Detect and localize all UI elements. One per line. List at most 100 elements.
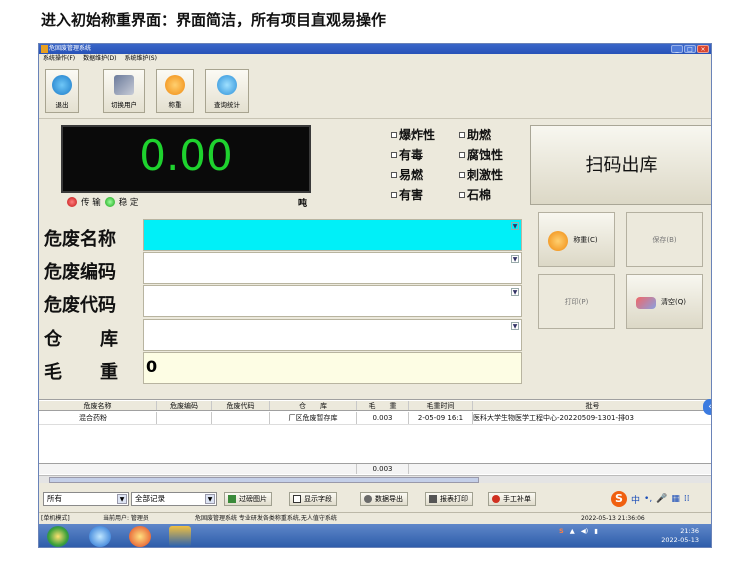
system-tray: S ▲ ◀) ▮ — [559, 527, 598, 535]
table-header: 危废名称 危废编码 危废代码 仓 库 毛 重 毛重时间 批号 — [39, 401, 711, 411]
tray-arrow-icon[interactable]: ▲ — [570, 527, 575, 535]
waste-code2-select[interactable]: ▼ — [143, 285, 522, 317]
taskbar: S ▲ ◀) ▮ 21:36 2022-05-13 — [39, 524, 711, 547]
ime-toolbar[interactable]: S 中 •, 🎤 ▦ ⁞⁞ — [611, 491, 690, 507]
chrome-browser-icon[interactable] — [129, 526, 151, 547]
hazard-irritant[interactable]: 刺激性 — [459, 166, 503, 183]
query-stats-label: 查询统计 — [214, 101, 240, 109]
horizontal-scrollbar[interactable] — [39, 475, 711, 483]
manual-ticket-button[interactable]: 手工补单 — [488, 492, 536, 506]
col-waste-code2[interactable]: 危废代码 — [212, 401, 270, 410]
col-weigh-time[interactable]: 毛重时间 — [409, 401, 473, 410]
weight-display: 0.00 — [61, 125, 311, 193]
waste-name-select[interactable]: ▼ — [143, 219, 522, 251]
hazard-flammable[interactable]: 易燃 — [391, 166, 423, 183]
warehouse-label: 仓 库 — [44, 329, 128, 350]
weight-value: 0.00 — [139, 131, 233, 180]
scrollbar-thumb[interactable] — [49, 477, 479, 483]
sogou-ime-icon[interactable]: S — [611, 491, 627, 507]
toolbar: 退出 切换用户 称重 查询统计 — [39, 65, 711, 119]
page-heading: 进入初始称重界面：界面简洁，所有项目直观易操作 — [41, 11, 387, 29]
exit-button[interactable]: 退出 — [45, 69, 79, 113]
weigh-icon — [548, 231, 568, 251]
ime-lang[interactable]: 中 — [631, 493, 640, 506]
volume-icon[interactable]: ◀) — [581, 527, 589, 535]
printer-icon — [429, 495, 437, 503]
exit-label: 退出 — [55, 101, 69, 109]
chevron-down-icon[interactable]: ▼ — [511, 322, 519, 330]
clear-button[interactable]: 清空(Q) — [626, 274, 703, 329]
network-icon[interactable]: ▮ — [594, 527, 598, 535]
app-taskbar-icon[interactable] — [169, 526, 191, 547]
app-icon — [41, 45, 48, 53]
weigh-toolbar-button[interactable]: 称重 — [156, 69, 194, 113]
menu-bar: 系统操作(F) 数据维护(D) 系统维护(S) — [39, 54, 711, 64]
hazard-asbestos[interactable]: 石棉 — [459, 186, 491, 203]
chevron-down-icon[interactable]: ▼ — [511, 255, 519, 263]
status-bar: [单机模式] 当前用户: 管理员 危固废管理系统 专业研发各类称重系统,无人值守… — [39, 512, 711, 523]
weigh-button[interactable]: 称重(C) — [538, 212, 615, 267]
system-info: 危固废管理系统 专业研发各类称重系统,无人值守系统 — [195, 515, 337, 522]
export-data-button[interactable]: 数据导出 — [360, 492, 408, 506]
save-button[interactable]: 保存(B) — [626, 212, 703, 267]
hazard-explosive[interactable]: 爆炸性 — [391, 126, 435, 143]
hazard-toxic[interactable]: 有毒 — [391, 146, 423, 163]
transmit-label: 传 输 — [81, 198, 101, 208]
app-window: 危固废管理系统 _ □ × 系统操作(F) 数据维护(D) 系统维护(S) 退出… — [38, 43, 712, 548]
chevron-down-icon[interactable]: ▼ — [205, 494, 215, 504]
print-report-button[interactable]: 报表打印 — [425, 492, 473, 506]
minimize-button[interactable]: _ — [671, 45, 683, 53]
weigh-mode: [单机模式] — [41, 515, 70, 522]
query-stats-button[interactable]: 查询统计 — [205, 69, 249, 113]
table-row[interactable]: 混合药粉 厂区危废暂存库 0.003 2-05-09 16:1 医科大学生物医学… — [39, 412, 711, 425]
chevron-down-icon[interactable]: ▼ — [117, 494, 127, 504]
sum-gross-weight: 0.003 — [357, 464, 409, 474]
stable-led-icon — [104, 197, 115, 207]
col-gross-weight[interactable]: 毛 重 — [357, 401, 409, 410]
grid-menu-icon[interactable]: ⁞⁞ — [684, 494, 690, 504]
sogou-tray-icon[interactable]: S — [559, 527, 564, 535]
hazard-corrosive[interactable]: 腐蚀性 — [459, 146, 503, 163]
show-fields-button[interactable]: 显示字段 — [289, 492, 337, 506]
col-waste-code[interactable]: 危废编码 — [157, 401, 212, 410]
close-button[interactable]: × — [697, 45, 709, 53]
waste-code-label: 危废编码 — [44, 262, 116, 283]
menu-data-maintenance[interactable]: 数据维护(D) — [83, 54, 116, 64]
clear-button-label: 清空(Q) — [661, 298, 686, 306]
waste-code-select[interactable]: ▼ — [143, 252, 522, 284]
start-orb-icon[interactable] — [47, 526, 69, 547]
menu-system-maintenance[interactable]: 系统维护(S) — [124, 54, 157, 64]
maximize-button[interactable]: □ — [684, 45, 696, 53]
checkbox-icon — [459, 191, 465, 198]
menu-system-operation[interactable]: 系统操作(F) — [43, 54, 75, 64]
punctuation-icon[interactable]: •, — [644, 494, 652, 504]
transmit-led-icon — [67, 197, 77, 207]
keyboard-icon[interactable]: ▦ — [671, 494, 680, 504]
warehouse-select[interactable]: ▼ — [143, 319, 522, 351]
filter-scope-select[interactable]: 所有 ▼ — [43, 492, 129, 506]
switch-user-button[interactable]: 切换用户 — [103, 69, 145, 113]
title-bar[interactable]: 危固废管理系统 _ □ × — [39, 44, 711, 54]
records-table: 危废名称 危废编码 危废代码 仓 库 毛 重 毛重时间 批号 混合药粉 厂区危废… — [39, 399, 711, 481]
current-user: 当前用户: 管理员 — [103, 515, 149, 522]
taskbar-clock[interactable]: 21:36 2022-05-13 — [661, 527, 699, 545]
col-batch-no[interactable]: 批号 — [473, 401, 711, 410]
ie-browser-icon[interactable] — [89, 526, 111, 547]
eraser-icon — [636, 297, 656, 309]
scan-outbound-button[interactable]: 扫码出库 — [530, 125, 711, 205]
switch-user-label: 切换用户 — [111, 101, 137, 109]
checkbox-icon — [459, 171, 465, 178]
print-button[interactable]: 打印(P) — [538, 274, 615, 329]
col-warehouse[interactable]: 仓 库 — [270, 401, 357, 410]
chevron-down-icon[interactable]: ▼ — [511, 288, 519, 296]
hazard-oxidizing[interactable]: 助燃 — [459, 126, 491, 143]
collapse-chevron-icon[interactable]: ‹ — [703, 399, 711, 415]
filter-records-select[interactable]: 全部记录 ▼ — [131, 492, 217, 506]
switch-user-icon — [114, 75, 134, 95]
microphone-icon[interactable]: 🎤 — [656, 494, 667, 504]
col-waste-name[interactable]: 危废名称 — [39, 401, 157, 410]
chevron-down-icon[interactable]: ▼ — [511, 222, 519, 230]
hazard-harmful[interactable]: 有害 — [391, 186, 423, 203]
weigh-images-button[interactable]: 过磅图片 — [224, 492, 272, 506]
gross-weight-field[interactable]: 0 — [143, 352, 522, 384]
